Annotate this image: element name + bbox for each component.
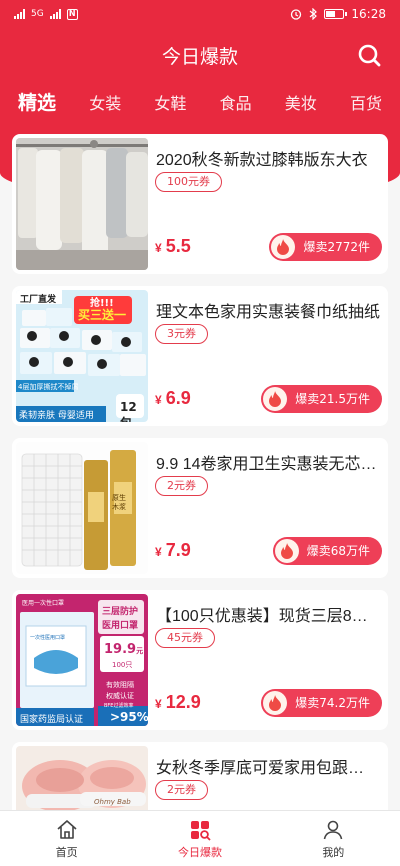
currency-symbol: ¥ [155, 697, 162, 711]
nav-home[interactable]: 首页 [0, 811, 133, 866]
coupon-badge: 100元券 [155, 172, 222, 192]
bottom-navigation: 首页 今日爆款 我的 [0, 810, 400, 866]
factory-direct-badge: 工厂直发 [20, 295, 57, 305]
clock: 16:28 [351, 7, 386, 21]
product-image-toilet-paper[interactable]: 原生木浆 [16, 442, 148, 574]
tab-food[interactable]: 食品 [220, 86, 252, 120]
sold-count: 爆卖74.2万件 [295, 696, 370, 710]
nav-profile-label: 我的 [322, 846, 345, 859]
feature-label: 4层加厚撕拭不掉屑 [18, 383, 79, 391]
product-price: ¥7.9 [155, 540, 191, 561]
price-value: 7.9 [165, 540, 191, 560]
flame-icon [263, 387, 288, 411]
nfc-icon: N [66, 8, 78, 20]
coupon-badge: 2元券 [155, 476, 208, 496]
product-card[interactable]: 工厂直发 抢!!! 买三送一 4层加厚撕拭不掉屑 柔韧亲肤 母婴适用 12包 理… [12, 286, 388, 426]
currency-symbol: ¥ [155, 393, 162, 407]
product-title[interactable]: 2020秋冬新款过膝韩版东大衣 [156, 146, 380, 170]
nav-hot-today-label: 今日爆款 [177, 846, 222, 859]
sold-count: 爆卖21.5万件 [295, 392, 370, 406]
alarm-icon [291, 9, 302, 20]
sold-count: 爆卖68万件 [306, 544, 370, 558]
home-icon [57, 820, 77, 839]
mask-headline-2: 医用口罩 [102, 621, 139, 631]
product-card[interactable]: 2020秋冬新款过膝韩版东大衣 100元券 ¥5.5 爆卖2772件 [12, 134, 388, 274]
mask-price-tag: 19.9元 [104, 642, 144, 657]
product-title[interactable]: 理文本色家用实惠装餐巾纸抽纸 [156, 298, 380, 322]
pack-count: 12包 [120, 400, 137, 422]
product-card[interactable]: 原生木浆 9.9 14卷家用卫生实惠装无芯卷纸 2元券 ¥7.9 爆卖68万件 [12, 438, 388, 578]
mask-check-1: 有效阻隔 [106, 681, 134, 689]
currency-symbol: ¥ [155, 545, 162, 559]
mask-footer: 国家药监局认证 [20, 715, 84, 725]
product-price: ¥5.5 [155, 236, 191, 257]
product-title[interactable]: 9.9 14卷家用卫生实惠装无芯卷纸 [156, 450, 380, 474]
flame-icon [271, 235, 296, 259]
bluetooth-icon [310, 8, 318, 20]
mask-box-label: 一次性医用口罩 [30, 635, 66, 641]
brand-print: Ohmy Bab [94, 798, 131, 806]
currency-symbol: ¥ [155, 241, 162, 255]
title-bar: 今日爆款 [0, 38, 400, 72]
mask-headline-1: 三层防护 [102, 607, 139, 617]
product-price: ¥12.9 [155, 692, 201, 713]
category-tabs: 精选 女装 女鞋 食品 美妆 百货 [0, 86, 400, 120]
product-card[interactable]: 医用一次性口罩 一次性医用口罩 三层防护 医用口罩 19.9元 100只 有效阻… [12, 590, 388, 730]
nav-home-label: 首页 [55, 846, 78, 859]
price-value: 12.9 [165, 692, 201, 712]
hot-grid-icon [190, 821, 211, 841]
coupon-badge: 3元券 [155, 324, 208, 344]
promo-label: 买三送一 [78, 308, 127, 322]
nav-hot-today[interactable]: 今日爆款 [133, 811, 266, 866]
mask-top-label: 医用一次性口罩 [22, 600, 65, 607]
pack-label: 原生木浆 [112, 494, 126, 511]
sold-count-badge: 爆卖74.2万件 [261, 689, 382, 717]
product-card[interactable]: Ohmy Bab 女秋冬季厚底可爱家用包跟棉拖鞋 2元券 [12, 742, 388, 810]
tab-general-goods[interactable]: 百货 [350, 86, 382, 120]
mask-bfe-value: >95% [110, 710, 148, 724]
sold-count-badge: 爆卖2772件 [269, 233, 382, 261]
tab-featured[interactable]: 精选 [18, 86, 56, 120]
coats-photo [16, 138, 148, 270]
price-value: 6.9 [165, 388, 191, 408]
coupon-badge: 2元券 [155, 780, 208, 800]
signal-icon [14, 9, 25, 19]
tab-womens-clothing[interactable]: 女装 [89, 86, 121, 120]
product-image-coats[interactable] [16, 138, 148, 270]
battery-icon [324, 9, 348, 19]
product-title[interactable]: 女秋冬季厚底可爱家用包跟棉拖鞋 [156, 754, 380, 778]
product-list[interactable]: 2020秋冬新款过膝韩版东大衣 100元券 ¥5.5 爆卖2772件 工厂直发 … [0, 134, 400, 810]
coupon-badge: 45元券 [155, 628, 215, 648]
product-image-tissue[interactable]: 工厂直发 抢!!! 买三送一 4层加厚撕拭不掉屑 柔韧亲肤 母婴适用 12包 [16, 290, 148, 422]
signal-icon-2 [49, 9, 61, 19]
product-price: ¥6.9 [155, 388, 191, 409]
product-title[interactable]: 【100只优惠装】现货三层8口罩 [156, 602, 380, 626]
carrier-label: 5G [31, 9, 44, 19]
sold-count-badge: 爆卖21.5万件 [261, 385, 382, 413]
product-image-masks[interactable]: 医用一次性口罩 一次性医用口罩 三层防护 医用口罩 19.9元 100只 有效阻… [16, 594, 148, 726]
sold-count: 爆卖2772件 [303, 240, 370, 254]
search-icon[interactable] [356, 42, 382, 68]
nav-profile[interactable]: 我的 [267, 811, 400, 866]
page-title: 今日爆款 [161, 46, 238, 68]
product-image-slippers[interactable]: Ohmy Bab [16, 746, 148, 810]
mask-check-2: 权威认证 [106, 692, 134, 700]
flame-icon [263, 691, 288, 715]
sold-count-badge: 爆卖68万件 [272, 537, 382, 565]
flame-icon [274, 539, 299, 563]
mask-qty: 100只 [112, 661, 133, 669]
slogan-label: 柔韧亲肤 母婴适用 [19, 411, 94, 421]
tab-womens-shoes[interactable]: 女鞋 [154, 86, 186, 120]
price-value: 5.5 [165, 236, 191, 256]
tab-beauty[interactable]: 美妆 [285, 86, 317, 120]
user-icon [324, 820, 343, 840]
mask-bfe-label: BFE过滤效率 [104, 703, 134, 709]
status-bar: 5G N 16:28 [0, 0, 400, 28]
